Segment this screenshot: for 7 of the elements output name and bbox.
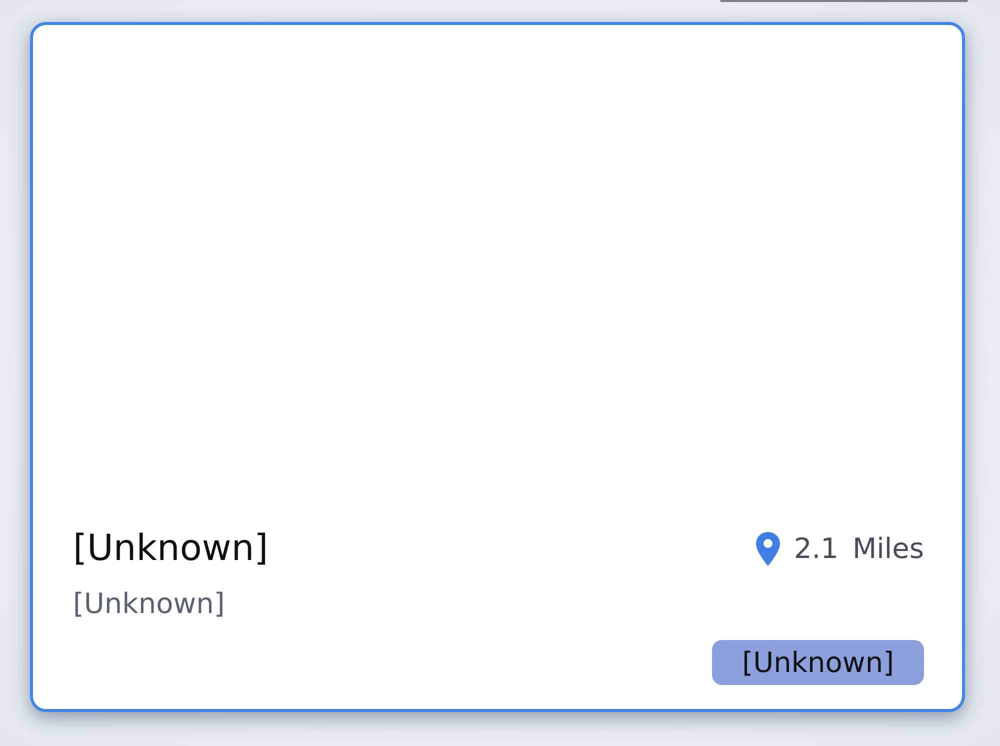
distance-value: 2.1 [794, 532, 838, 565]
place-title: [Unknown] [73, 528, 268, 569]
place-card[interactable]: [Unknown] 2.1 Miles [Unknown] [Unknown] [30, 22, 965, 712]
location-pin-icon [756, 532, 780, 566]
distance-unit: Miles [852, 532, 924, 565]
category-tag: [Unknown] [712, 640, 924, 685]
place-subtitle: [Unknown] [73, 587, 226, 620]
